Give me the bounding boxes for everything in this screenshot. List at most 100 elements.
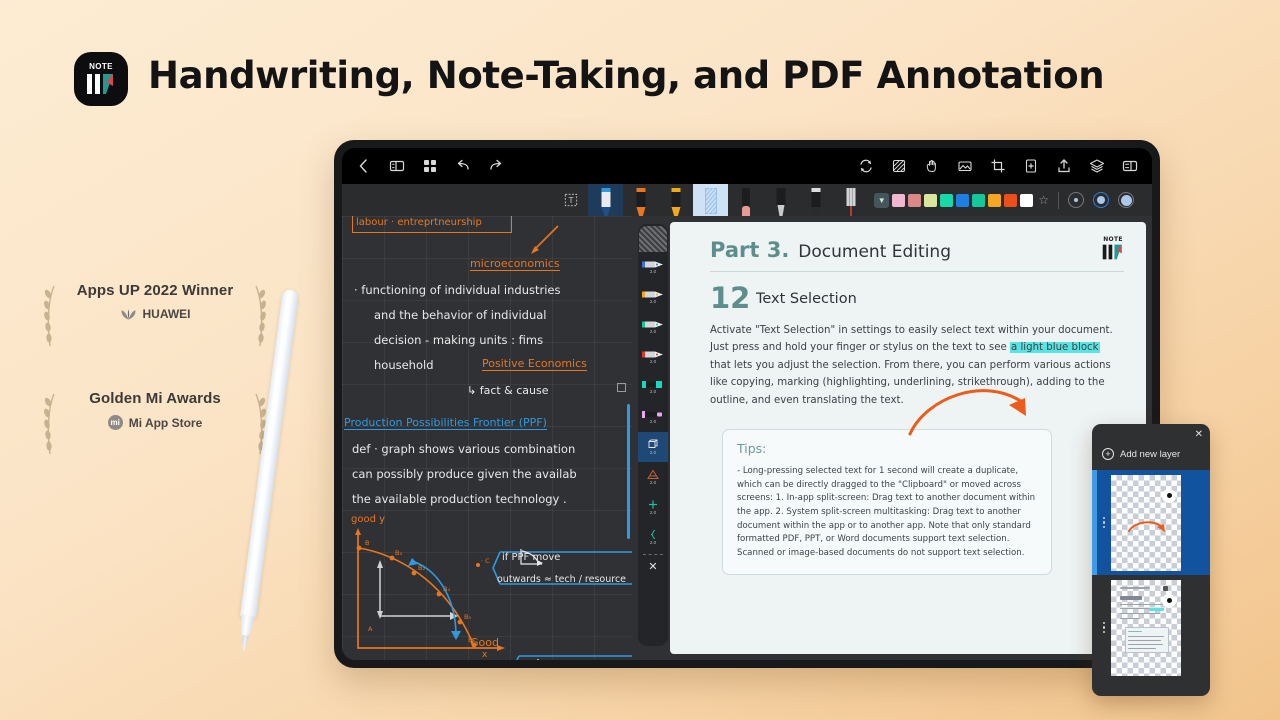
share-icon[interactable]: [1056, 158, 1072, 174]
note-arrow-icon: [531, 225, 559, 254]
sidebar-toggle-icon[interactable]: [389, 158, 405, 174]
image-icon[interactable]: [957, 158, 973, 174]
tips-body: - Long-pressing selected text for 1 seco…: [737, 466, 1036, 558]
note-line: good y: [351, 514, 386, 525]
color-swatch[interactable]: [924, 193, 938, 207]
award-title: Golden Mi Awards: [89, 390, 221, 407]
rail-tool-size: 2.0: [649, 450, 657, 456]
handwritten-notes-pane[interactable]: labour · entreprtneurship microeconomics…: [342, 216, 632, 660]
huawei-flower-icon: [121, 308, 135, 320]
rail-tool-marker-pink[interactable]: 2.0: [638, 402, 668, 432]
pen-toolbar: T ▼ ☆: [342, 184, 1152, 219]
layers-icon[interactable]: [1089, 158, 1105, 174]
note-line: x: [482, 650, 488, 660]
grid-view-icon[interactable]: [422, 158, 438, 174]
note-line: Production Possibilities Frontier (PPF): [344, 416, 547, 430]
plus-circle-icon: +: [1102, 448, 1114, 460]
table-row[interactable]: [1092, 575, 1210, 680]
rail-tool-shape-triangle[interactable]: 2.0: [638, 462, 668, 492]
stylus-cone: [238, 614, 255, 638]
layer-thumbnail[interactable]: [1111, 474, 1181, 571]
back-chevron-icon[interactable]: [356, 158, 372, 174]
stroke-width-group: [1068, 192, 1144, 208]
add-page-icon[interactable]: [1023, 158, 1039, 174]
document-pane[interactable]: NOTE Part 3. Document Editing 12 Text Se…: [670, 222, 1146, 654]
rail-tool-size: 2.0: [649, 418, 657, 424]
part-title: Document Editing: [798, 242, 951, 262]
section-number: 12: [710, 281, 751, 315]
drag-handle-icon[interactable]: [1097, 621, 1111, 634]
add-new-layer-button[interactable]: + Add new layer: [1092, 424, 1210, 470]
pen-slot-fountain-pen[interactable]: [588, 184, 624, 219]
section-title: Text Selection: [756, 291, 857, 307]
undo-icon[interactable]: [455, 158, 471, 174]
color-swatch[interactable]: [908, 193, 922, 207]
color-swatch[interactable]: [972, 193, 986, 207]
close-icon[interactable]: ✕: [1195, 429, 1203, 440]
color-swatch[interactable]: [940, 193, 954, 207]
award-badge-huawei: Apps UP 2022 Winner HUAWEI: [25, 282, 285, 347]
award-title: Apps UP 2022 Winner: [76, 282, 234, 299]
drag-grip-icon[interactable]: [639, 226, 667, 252]
color-swatch[interactable]: [988, 193, 1002, 207]
pen-slot-highlighter[interactable]: [693, 184, 729, 219]
note-line: Good: [470, 636, 499, 649]
rail-tool-size: 2.0: [649, 328, 657, 334]
svg-text:B₃: B₃: [395, 549, 402, 557]
text-select-icon[interactable]: T: [554, 184, 588, 216]
redo-icon[interactable]: [488, 158, 504, 174]
svg-text:B: B: [365, 539, 369, 547]
document-part-heading: Part 3. Document Editing: [710, 238, 1124, 262]
pen-slot-marker-pen[interactable]: [798, 184, 833, 219]
rail-tool-brace[interactable]: 2.0: [638, 522, 668, 552]
note-callout-blue-2: [516, 655, 632, 660]
layer-arrow-preview: [1128, 520, 1165, 532]
text-selection-highlight[interactable]: a light blue block: [1009, 342, 1100, 354]
rail-tool-shape-cube[interactable]: 2.0: [638, 432, 668, 462]
split-view-icon[interactable]: [1122, 158, 1138, 174]
close-icon[interactable]: ✕: [648, 557, 657, 576]
rail-tool-highlighter-teal[interactable]: 2.0: [638, 372, 668, 402]
note-line: decision - making units : fims: [374, 333, 544, 347]
notes-scrollbar[interactable]: [627, 404, 630, 539]
laurel-icon: [255, 285, 266, 347]
pen-slot-pencil[interactable]: [658, 184, 693, 219]
pen-slot-ruler-pen[interactable]: [833, 184, 868, 219]
rail-tool-pen-orange[interactable]: 2.0: [638, 282, 668, 312]
document-section-heading: 12 Text Selection: [710, 281, 1124, 315]
refresh-icon[interactable]: [858, 158, 874, 174]
page-title: Handwriting, Note-Taking, and PDF Annota…: [148, 54, 1105, 97]
star-icon[interactable]: ☆: [1038, 193, 1049, 207]
rail-tool-pen-red[interactable]: 2.0: [638, 342, 668, 372]
rail-tool-plus[interactable]: 2.0: [638, 492, 668, 522]
note-page-badge[interactable]: [617, 383, 626, 392]
chevron-down-icon[interactable]: ▼: [874, 192, 890, 208]
app-logo-note-text: NOTE: [89, 61, 113, 71]
drag-handle-icon[interactable]: [1097, 516, 1111, 529]
color-palette: ▼ ☆: [868, 184, 1152, 216]
eye-icon[interactable]: [1162, 488, 1176, 503]
divider: [710, 271, 1124, 272]
crop-icon[interactable]: [990, 158, 1006, 174]
stroke-width-medium[interactable]: [1093, 192, 1109, 208]
color-swatch[interactable]: [956, 193, 970, 207]
rail-tool-pen-green[interactable]: 2.0: [638, 312, 668, 342]
table-row[interactable]: [1092, 470, 1210, 575]
hatch-icon[interactable]: [891, 158, 907, 174]
layer-thumbnail[interactable]: [1111, 579, 1181, 676]
color-swatch[interactable]: [1020, 193, 1034, 207]
svg-text:T: T: [568, 196, 574, 205]
rail-tool-pen-blue[interactable]: 2.0: [638, 252, 668, 282]
layers-panel[interactable]: ✕ + Add new layer: [1092, 424, 1210, 696]
pen-slot-eraser[interactable]: [728, 184, 763, 219]
pen-slot-ballpoint-pen[interactable]: [623, 184, 658, 219]
stroke-width-thin[interactable]: [1068, 192, 1084, 208]
stroke-width-thick[interactable]: [1118, 192, 1134, 208]
color-swatch[interactable]: [1004, 193, 1018, 207]
color-swatch[interactable]: [892, 193, 906, 207]
hand-icon[interactable]: [924, 158, 940, 174]
eye-icon[interactable]: [1162, 593, 1176, 608]
pen-slot-brush-pen[interactable]: [763, 184, 798, 219]
laurel-icon: [44, 285, 55, 347]
note-line: ↳ fact & cause: [467, 384, 549, 397]
